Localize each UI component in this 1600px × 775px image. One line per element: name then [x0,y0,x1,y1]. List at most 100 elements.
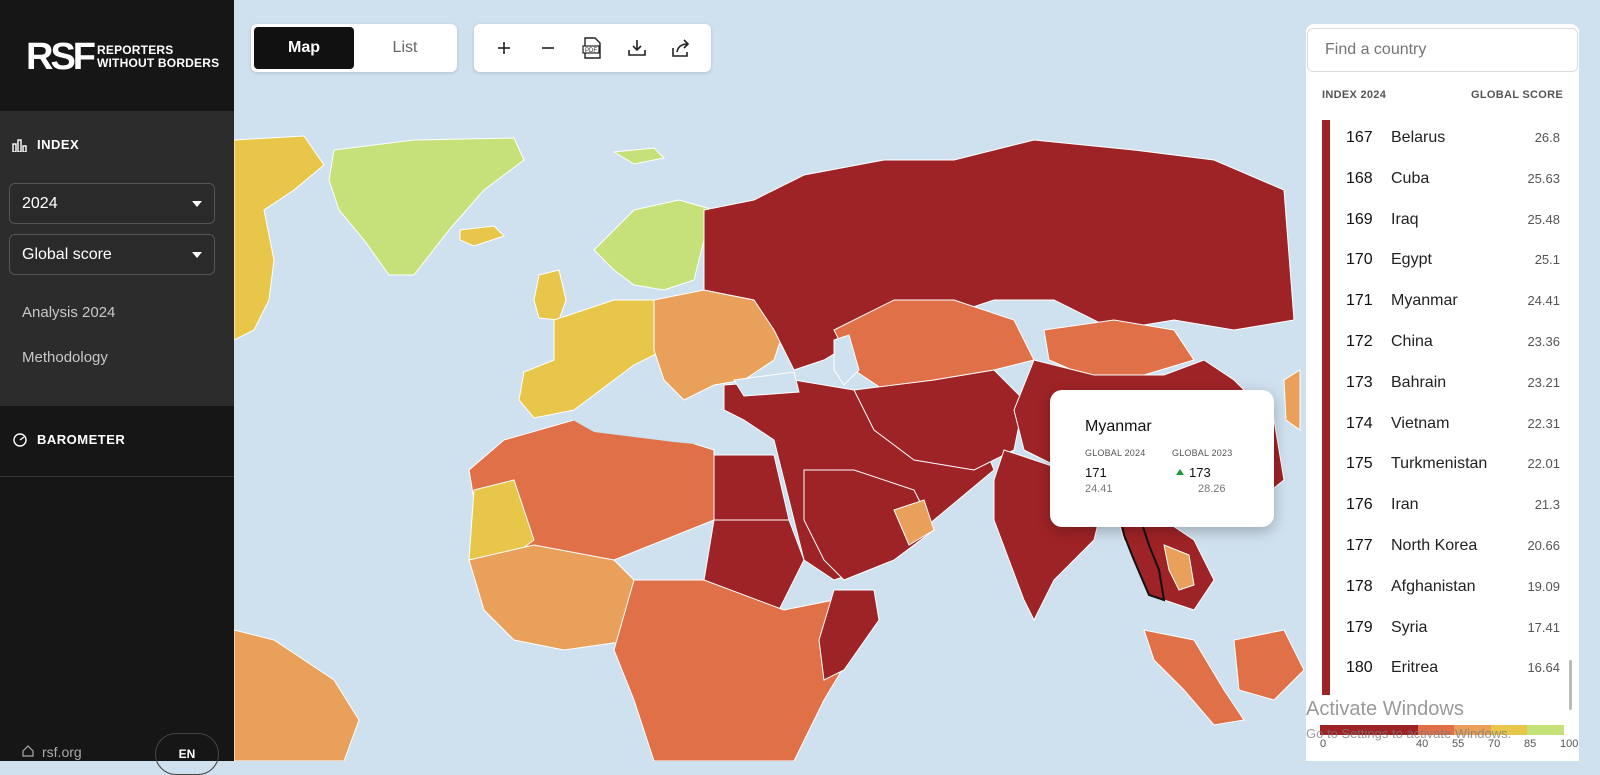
metric-select-value: Global score [22,245,112,263]
row-score: 24.41 [1527,293,1560,309]
ranking-row[interactable]: 172 China 23.36 [1330,324,1570,365]
gauge-icon [12,432,28,447]
ranking-row[interactable]: 167 Belarus 26.8 [1330,120,1570,161]
region-japan[interactable] [1283,369,1301,431]
ranking-row[interactable]: 174 Vietnam 22.31 [1330,406,1570,447]
bar-chart-icon [12,138,28,153]
row-country: Syria [1391,618,1428,636]
region-central-africa[interactable] [613,579,855,761]
map-toolbar: PDF [474,24,711,72]
ranking-scrollbar[interactable] [1569,660,1572,710]
metric-select[interactable]: Global score [9,234,215,275]
region-indonesia[interactable] [1143,629,1245,726]
row-score: 16.64 [1527,660,1560,676]
analysis-link[interactable]: Analysis 2024 [22,304,115,321]
download-icon[interactable] [622,33,652,63]
row-country: Turkmenistan [1391,455,1488,473]
country-tooltip: Myanmar GLOBAL 2024 GLOBAL 2023 171 24.4… [1050,390,1274,527]
legend-segment [1527,725,1564,735]
region-scandinavia[interactable] [593,199,715,291]
zoom-in-icon[interactable] [489,33,519,63]
row-score: 17.41 [1527,619,1560,635]
row-country: Eritrea [1391,659,1439,677]
tooltip-score-2023: 28.26 [1198,483,1226,495]
share-icon[interactable] [666,33,696,63]
barometer-heading[interactable]: BAROMETER [12,432,125,447]
svg-text:PDF: PDF [585,48,597,54]
ranking-row[interactable]: 175 Turkmenistan 22.01 [1330,446,1570,487]
country-search-input[interactable] [1307,28,1578,72]
region-uk[interactable] [533,269,567,321]
index-panel: INDEX 2024 Global score Analysis 2024 Me… [0,111,234,406]
row-score: 25.1 [1534,252,1560,268]
tooltip-label-2024: GLOBAL 2024 [1085,448,1146,458]
logo-text: REPORTERS WITHOUT BORDERS [97,44,219,70]
region-iceland[interactable] [459,225,505,247]
legend-tick: 100 [1560,738,1579,750]
row-rank: 180 [1346,659,1373,677]
row-rank: 170 [1346,251,1373,269]
ranking-list[interactable]: 167 Belarus 26.8 168 Cuba 25.63 169 Iraq 25.48 17… [1322,120,1570,695]
year-select[interactable]: 2024 [9,183,215,224]
methodology-link[interactable]: Methodology [22,349,108,366]
ranking-row[interactable]: 177 North Korea 20.66 [1330,528,1570,569]
row-rank: 178 [1346,577,1373,595]
barometer-label: BAROMETER [37,432,126,447]
row-rank: 175 [1346,455,1373,473]
region-south-america[interactable] [234,629,360,761]
logo-line-2: WITHOUT BORDERS [97,56,220,70]
ranking-panel: INDEX 2024 GLOBAL SCORE 167Belarus26.816… [1306,24,1579,761]
ranking-row[interactable]: 170 Egypt 25.1 [1330,242,1570,283]
ranking-row[interactable]: 168 Cuba 25.63 [1330,161,1570,202]
language-button[interactable]: EN [155,733,219,775]
region-greenland[interactable] [328,137,525,276]
row-rank: 177 [1346,536,1373,554]
rsf-org-link[interactable]: rsf.org [22,744,82,760]
row-rank: 167 [1346,129,1373,146]
row-score: 21.3 [1534,497,1560,513]
ranking-row[interactable]: 173 Bahrain 23.21 [1330,365,1570,406]
sidebar-divider [0,476,234,477]
ranking-row[interactable]: 169 Iraq 25.48 [1330,202,1570,243]
home-icon [22,744,34,760]
row-score: 23.21 [1527,374,1560,390]
region-north-america[interactable] [234,135,325,341]
activate-windows-subtitle: Go to Settings to activate Windows. [1306,726,1512,741]
tooltip-label-2023: GLOBAL 2023 [1172,448,1233,458]
trend-up-icon [1176,469,1184,475]
tooltip-rank-2024: 171 [1085,465,1107,480]
row-score: 23.36 [1527,333,1560,349]
row-rank: 173 [1346,373,1373,391]
region-svalbard[interactable] [612,147,666,165]
map-tab[interactable]: Map [254,27,354,69]
tooltip-rank-2023: 173 [1189,465,1211,480]
ranking-row[interactable]: 171 Myanmar 24.41 [1330,283,1570,324]
region-mongolia[interactable] [1043,319,1195,376]
rsf-logo[interactable]: RSF REPORTERS WITHOUT BORDERS [26,38,219,76]
rsf-org-text: rsf.org [42,744,82,760]
row-score: 22.01 [1527,456,1560,472]
region-egypt[interactable] [713,454,790,521]
column-score: GLOBAL SCORE [1470,89,1563,101]
zoom-out-icon[interactable] [533,33,563,63]
row-rank: 174 [1346,414,1373,432]
row-country: Iraq [1391,210,1419,228]
view-toggle: Map List [251,24,457,72]
row-country: Belarus [1391,129,1446,146]
index-heading[interactable]: INDEX [12,137,79,153]
ranking-row[interactable]: 176 Iran 21.3 [1330,487,1570,528]
column-index: INDEX 2024 [1322,89,1387,101]
list-tab[interactable]: List [355,27,455,69]
region-borneo[interactable] [1233,629,1305,701]
ranking-row[interactable]: 179 Syria 17.41 [1330,610,1570,651]
ranking-row[interactable]: 180 Eritrea 16.64 [1330,650,1570,691]
row-country: Egypt [1391,251,1432,269]
caret-down-icon [192,200,202,207]
ranking-row[interactable]: 178 Afghanistan 19.09 [1330,569,1570,610]
row-country: Iran [1391,496,1419,514]
year-select-value: 2024 [22,194,58,212]
row-score: 26.8 [1534,130,1560,145]
row-country: Cuba [1391,169,1430,187]
sidebar: RSF REPORTERS WITHOUT BORDERS INDEX 2024… [0,0,234,775]
pdf-icon[interactable]: PDF [577,33,607,63]
